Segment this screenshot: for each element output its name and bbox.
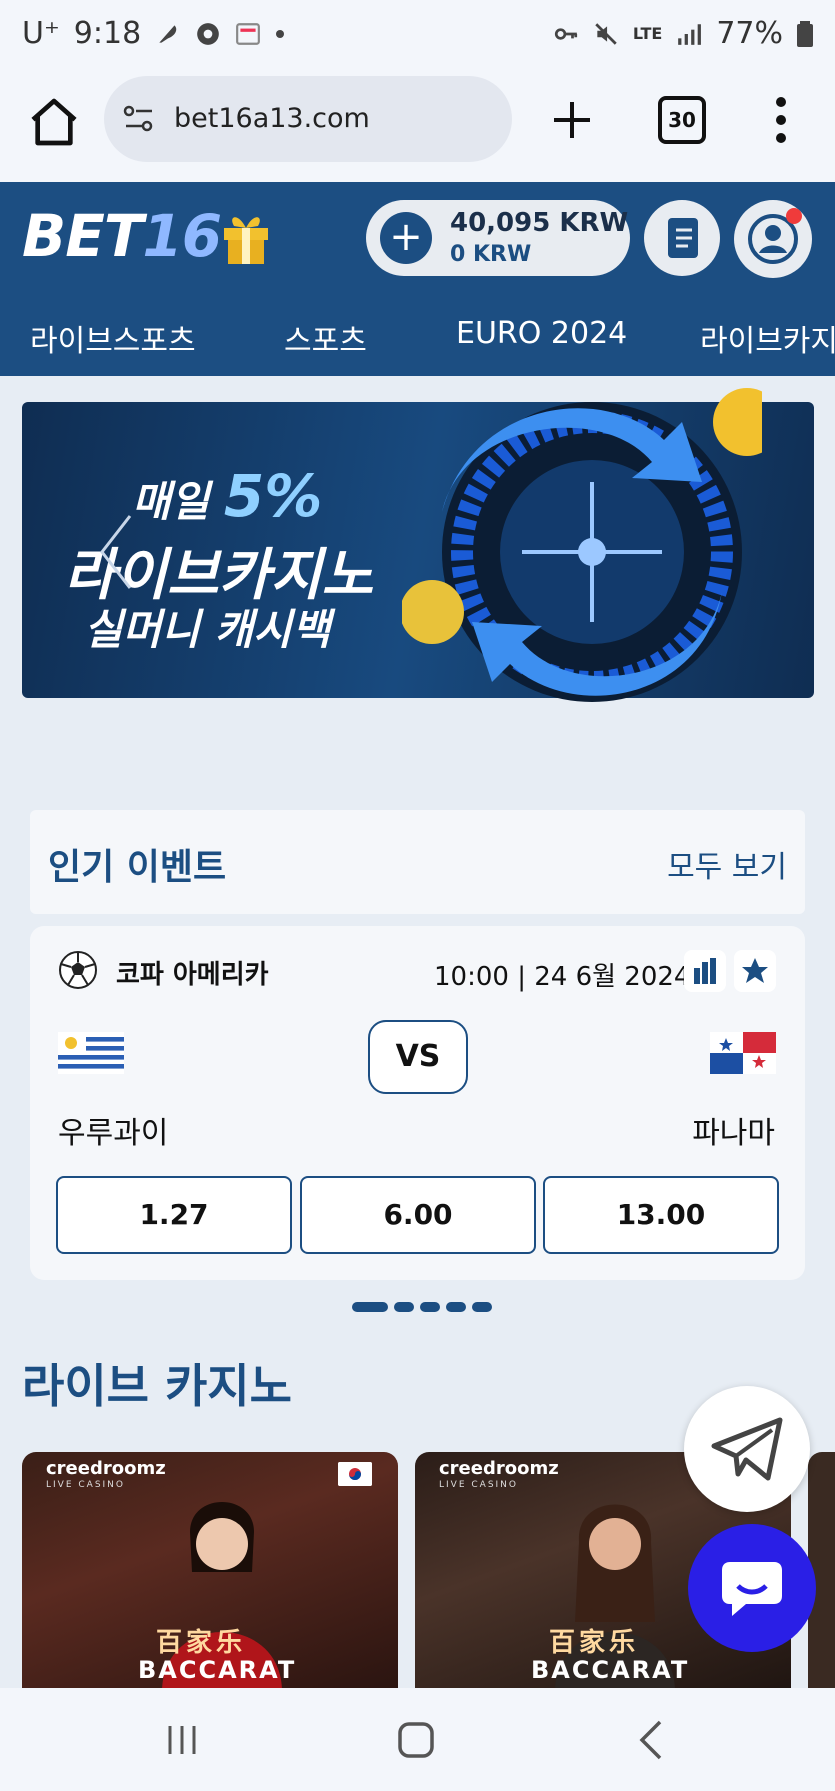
- pager-dot[interactable]: [472, 1302, 492, 1312]
- panama-flag-icon: [710, 1032, 776, 1074]
- provider-subtitle: LIVE CASINO: [46, 1480, 125, 1490]
- vpn-key-icon: [554, 27, 578, 40]
- home-nav-icon[interactable]: [394, 1718, 438, 1762]
- live-casino-title: 라이브 카지노: [22, 1359, 292, 1413]
- pager-dot[interactable]: [394, 1302, 414, 1312]
- carousel-prev-icon[interactable]: [96, 512, 136, 592]
- provider-subtitle: LIVE CASINO: [439, 1480, 518, 1490]
- league-name: 코파 아메리카: [116, 960, 269, 990]
- new-tab-icon[interactable]: [546, 94, 598, 146]
- vs-badge: VS: [368, 1020, 468, 1094]
- url-text: bet16a13.com: [174, 103, 370, 134]
- korea-flag-icon: [338, 1462, 372, 1486]
- odd-button-away[interactable]: 13.00: [543, 1176, 779, 1254]
- odd-button-home[interactable]: 1.27: [56, 1176, 292, 1254]
- favorite-button[interactable]: [734, 950, 776, 992]
- away-team-name: 파나마: [692, 1116, 775, 1151]
- mute-icon: [595, 22, 617, 45]
- telegram-button[interactable]: [684, 1386, 810, 1512]
- bar-chart-icon: [694, 958, 716, 984]
- home-icon[interactable]: [26, 94, 82, 150]
- dot-icon: [276, 29, 285, 38]
- game-name: BACCARAT: [138, 1656, 297, 1684]
- site-header: BET16 + 40,095 KRW 0 KRW: [0, 182, 835, 292]
- promo-banner[interactable]: 매일 5% 라이브카지노 실머니 캐시백: [22, 388, 814, 702]
- provider-logo: creedroomz: [439, 1458, 559, 1479]
- balance-widget[interactable]: + 40,095 KRW 0 KRW: [366, 200, 630, 276]
- category-nav: 라이브스포츠 스포츠 EURO 2024 라이브카지노: [0, 292, 835, 376]
- roulette-wheel-illustration: [402, 388, 762, 702]
- more-options-icon[interactable]: [770, 94, 792, 146]
- recent-apps-icon[interactable]: [162, 1720, 202, 1760]
- odd-button-draw[interactable]: 6.00: [300, 1176, 536, 1254]
- betslip-button[interactable]: [644, 200, 720, 276]
- nav-item-live-casino[interactable]: 라이브카지노: [700, 316, 835, 360]
- banner-line1: 매일 5%: [132, 462, 323, 530]
- chrome-icon: [197, 22, 220, 45]
- status-right: LTE 77%: [553, 16, 813, 51]
- feather-icon: [159, 24, 177, 43]
- event-card[interactable]: 코파 아메리카 10:00 | 24 6월 2024 VS 우루과이 파나마 1…: [30, 926, 805, 1280]
- popular-events-header: 인기 이벤트 모두 보기: [30, 810, 805, 914]
- browser-toolbar: bet16a13.com 30: [0, 72, 835, 182]
- nav-item-euro-2024[interactable]: EURO 2024: [456, 316, 627, 351]
- nav-item-live-sports[interactable]: 라이브스포츠: [30, 316, 196, 360]
- gift-icon[interactable]: [220, 206, 272, 266]
- nav-item-sports[interactable]: 스포츠: [284, 316, 367, 360]
- carousel-pager: [352, 1302, 492, 1312]
- popular-events-title: 인기 이벤트: [48, 847, 227, 888]
- carrier-label: U⁺: [22, 16, 60, 51]
- pager-dot[interactable]: [420, 1302, 440, 1312]
- game-hanzi: 百家乐: [156, 1628, 247, 1658]
- live-chat-button[interactable]: [688, 1524, 816, 1652]
- deposit-plus-icon[interactable]: +: [380, 212, 432, 264]
- game-name: BACCARAT: [531, 1656, 690, 1684]
- site-logo[interactable]: BET16: [22, 202, 222, 270]
- soccer-ball-icon: [59, 951, 97, 989]
- network-label: LTE: [632, 24, 663, 43]
- star-icon: [742, 958, 768, 983]
- pager-dot-active[interactable]: [352, 1302, 388, 1312]
- home-team-name: 우루과이: [58, 1116, 169, 1151]
- tab-switcher-button[interactable]: 30: [658, 96, 706, 144]
- bonus-balance: 0 KRW: [450, 242, 532, 267]
- banner-line3: 실머니 캐시백: [84, 605, 331, 654]
- provider-logo: creedroomz: [46, 1458, 166, 1479]
- main-balance: 40,095 KRW: [450, 208, 629, 238]
- battery-icon: [797, 20, 813, 47]
- match-datetime: 10:00 | 24 6월 2024: [434, 962, 691, 992]
- battery-label: 77%: [716, 16, 783, 51]
- notification-dot: [786, 208, 802, 224]
- pager-dot[interactable]: [446, 1302, 466, 1312]
- telegram-icon: [711, 1417, 783, 1481]
- time-label: 9:18: [73, 16, 142, 51]
- stats-button[interactable]: [684, 950, 726, 992]
- back-icon[interactable]: [632, 1718, 672, 1762]
- betslip-icon: [668, 218, 698, 258]
- profile-button[interactable]: [734, 200, 812, 278]
- app-notification-icon: [236, 22, 261, 45]
- see-all-link[interactable]: 모두 보기: [667, 842, 787, 886]
- status-bar: U⁺ 9:18 LTE 77%: [0, 0, 835, 72]
- status-left: U⁺ 9:18: [22, 16, 285, 51]
- game-hanzi: 百家乐: [549, 1628, 640, 1658]
- chat-bubble-icon: [722, 1562, 782, 1616]
- system-nav-bar: [0, 1688, 835, 1791]
- signal-icon: [678, 23, 702, 45]
- site-settings-icon[interactable]: [122, 102, 156, 136]
- uruguay-flag-icon: [58, 1032, 124, 1074]
- address-bar[interactable]: bet16a13.com: [104, 76, 512, 162]
- casino-game-card[interactable]: creedroomz LIVE CASINO 百家乐 BACCARAT: [22, 1452, 398, 1690]
